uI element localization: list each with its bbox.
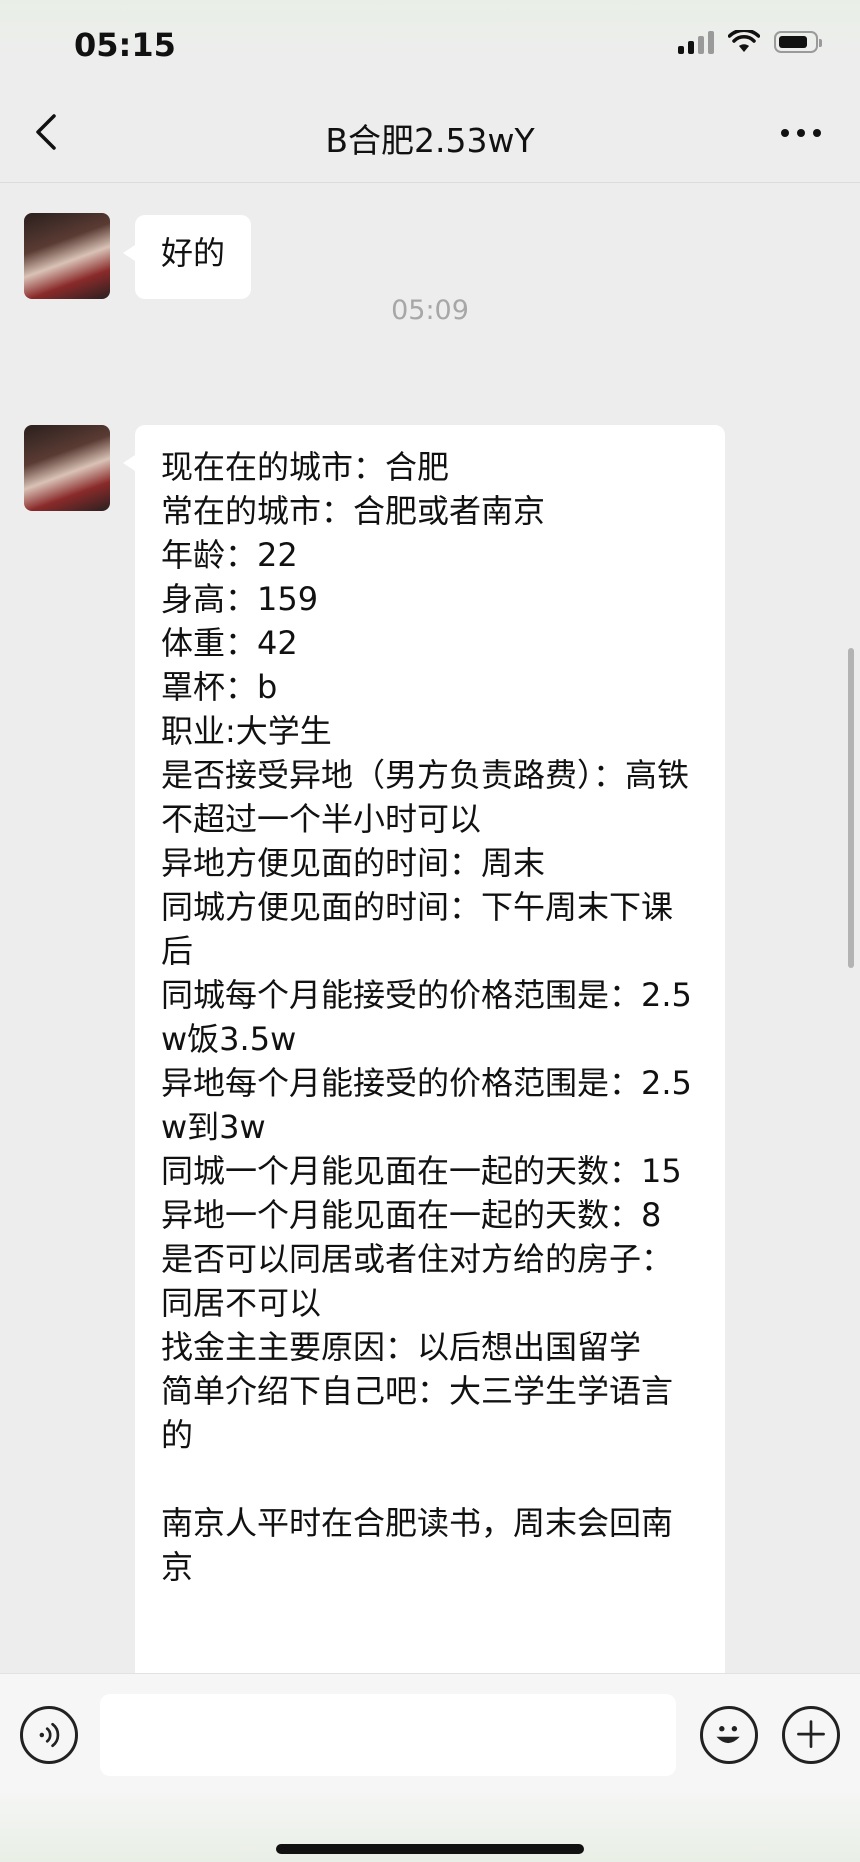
status-icons	[678, 30, 822, 54]
status-time: 05:15	[74, 26, 176, 64]
input-bar	[0, 1673, 860, 1862]
emoji-icon[interactable]	[700, 1706, 758, 1764]
cellular-signal-icon	[678, 30, 714, 54]
message-bubble[interactable]: 好的	[122, 215, 252, 299]
chat-title: B合肥2.53wY	[325, 121, 535, 160]
plus-icon[interactable]	[782, 1706, 840, 1764]
avatar[interactable]	[24, 213, 110, 299]
wifi-icon	[728, 30, 760, 52]
message-bubble[interactable]: 现在在的城市：合肥 常在的城市：合肥或者南京 年龄：22 身高：159 体重：4…	[123, 425, 725, 1673]
battery-icon	[774, 31, 822, 53]
message-row: 现在在的城市：合肥 常在的城市：合肥或者南京 年龄：22 身高：159 体重：4…	[0, 425, 860, 1673]
time-divider: 05:09	[391, 295, 469, 326]
avatar[interactable]	[24, 425, 110, 511]
voice-input-icon[interactable]	[20, 1706, 78, 1764]
message-list[interactable]: 好的 05:09 现在在的城市：合肥 常在的城市：合肥或者南京 年龄：22 身高…	[0, 183, 860, 1673]
more-options-icon[interactable]	[778, 118, 824, 148]
home-indicator	[276, 1844, 584, 1854]
top-bar: 05:15 B合肥2.53wY	[0, 0, 860, 183]
message-input[interactable]	[100, 1694, 676, 1776]
message-row: 好的	[0, 213, 860, 303]
scrollbar[interactable]	[848, 648, 854, 968]
